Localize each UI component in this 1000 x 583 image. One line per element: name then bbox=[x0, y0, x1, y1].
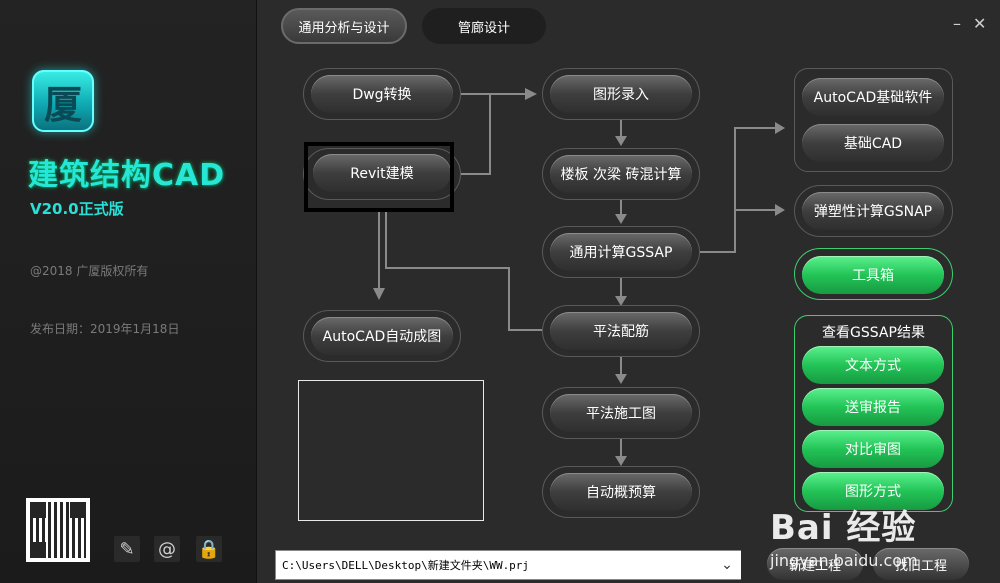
result-compare-button[interactable]: 对比审图 bbox=[802, 430, 944, 468]
dwg-convert-button[interactable]: Dwg转换 bbox=[311, 75, 453, 113]
result-text-button[interactable]: 文本方式 bbox=[802, 346, 944, 384]
qr-code-image bbox=[26, 498, 90, 562]
preview-area bbox=[298, 380, 484, 521]
at-icon[interactable]: @ bbox=[154, 536, 180, 562]
app-version: V20.0正式版 bbox=[30, 200, 124, 218]
slab-calc-button[interactable]: 楼板 次梁 砖混计算 bbox=[550, 155, 692, 193]
budget-button[interactable]: 自动概预算 bbox=[550, 473, 692, 511]
result-report-button[interactable]: 送审报告 bbox=[802, 388, 944, 426]
sidebar: 厦 建筑结构CAD V20.0正式版 @2018 广厦版权所有 发布日期：201… bbox=[0, 0, 257, 583]
autocad-base-button[interactable]: AutoCAD基础软件 bbox=[802, 78, 944, 116]
edit-icon[interactable]: ✎ bbox=[114, 536, 140, 562]
app-logo: 厦 bbox=[32, 70, 94, 132]
construction-drawing-button[interactable]: 平法施工图 bbox=[550, 394, 692, 432]
results-title: 查看GSSAP结果 bbox=[822, 325, 925, 341]
graphic-input-button[interactable]: 图形录入 bbox=[550, 75, 692, 113]
main-panel: 通用分析与设计 管廊设计 – ✕ Dwg转换 Revit建模 AutoCAD自动… bbox=[257, 0, 1000, 583]
autocad-auto-drawing-button[interactable]: AutoCAD自动成图 bbox=[311, 317, 453, 355]
logo-glyph: 厦 bbox=[43, 81, 82, 127]
base-cad-button[interactable]: 基础CAD bbox=[802, 124, 944, 162]
app-title: 建筑结构CAD bbox=[28, 158, 226, 193]
release-date: 发布日期：2019年1月18日 bbox=[30, 322, 180, 336]
toolbox-button[interactable]: 工具箱 bbox=[802, 256, 944, 294]
gsnap-calc-button[interactable]: 弹塑性计算GSNAP bbox=[802, 192, 944, 230]
watermark-sub: jingyan.baidu.com bbox=[770, 551, 918, 570]
project-path-input[interactable]: C:\Users\DELL\Desktop\新建文件夹\WW.prj bbox=[275, 550, 741, 580]
baidu-watermark: Bai 经验 jingyan.baidu.com bbox=[770, 500, 918, 570]
watermark-main: Bai 经验 bbox=[770, 508, 917, 548]
gssap-calc-button[interactable]: 通用计算GSSAP bbox=[550, 233, 692, 271]
chevron-down-icon[interactable]: ⌄ bbox=[713, 551, 741, 579]
highlight-box bbox=[304, 142, 454, 212]
reinforcement-button[interactable]: 平法配筋 bbox=[550, 312, 692, 350]
copyright-text: @2018 广厦版权所有 bbox=[30, 264, 149, 278]
lock-icon[interactable]: 🔒 bbox=[196, 536, 222, 562]
